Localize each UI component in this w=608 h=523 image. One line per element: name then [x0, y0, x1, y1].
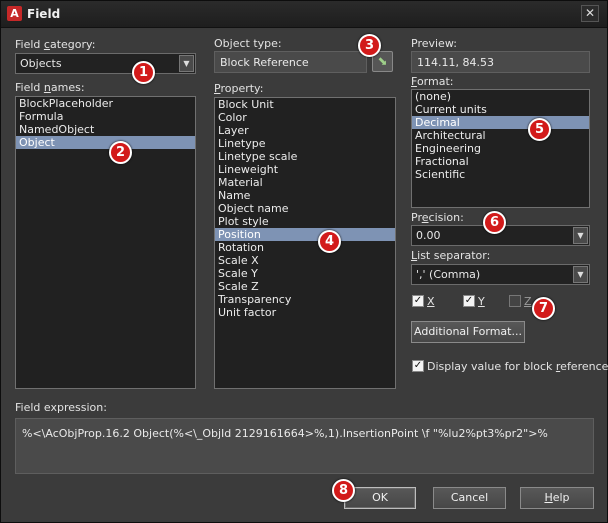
property-item[interactable]: Lineweight [215, 163, 395, 176]
label-text: ist separator: [417, 249, 491, 262]
field-name-item[interactable]: BlockPlaceholder [16, 97, 195, 110]
format-item[interactable]: Engineering [412, 142, 589, 155]
close-icon: ✕ [584, 6, 596, 20]
window-title: Field [27, 7, 61, 21]
autocad-app-icon: A [7, 6, 22, 21]
property-item[interactable]: Rotation [215, 241, 395, 254]
dialog-body: Field category: Objects ▼ Field names: B… [1, 29, 608, 522]
title-bar[interactable]: A Field ✕ [1, 1, 607, 28]
format-item[interactable]: Fractional [412, 155, 589, 168]
callout-badge-1: 1 [132, 61, 155, 84]
label-text: roperty: [220, 82, 264, 95]
format-item[interactable]: Decimal [412, 116, 589, 129]
list-separator-dropdown[interactable]: ',' (Comma) ▼ [411, 264, 590, 285]
field-category-label: Field category: [15, 38, 95, 51]
format-label: Format: [411, 75, 453, 88]
label-text: elp [552, 491, 570, 504]
field-name-item[interactable]: Object [16, 136, 195, 149]
y-checkbox[interactable]: ✓ [463, 295, 475, 307]
x-checkbox[interactable]: ✓ [412, 295, 424, 307]
field-name-item[interactable]: NamedObject [16, 123, 195, 136]
property-item[interactable]: Color [215, 111, 395, 124]
label-text: Field [15, 38, 44, 51]
format-item[interactable]: Architectural [412, 129, 589, 142]
precision-label: Precision: [411, 211, 464, 224]
field-names-list[interactable]: BlockPlaceholder Formula NamedObject Object [15, 96, 196, 389]
format-list[interactable]: (none) Current units Decimal Architectural E… [411, 89, 590, 208]
property-item[interactable]: Unit factor [215, 306, 395, 319]
additional-format-button[interactable]: Additional Format... [411, 321, 525, 343]
object-type-label: Object type: [214, 37, 282, 50]
property-item[interactable]: Linetype [215, 137, 395, 150]
field-category-dropdown[interactable]: Objects ▼ [15, 53, 196, 74]
format-item[interactable]: (none) [412, 90, 589, 103]
field-expression-label: Field expression: [15, 401, 107, 414]
callout-badge-7: 7 [532, 297, 555, 320]
callout-badge-4: 4 [318, 230, 341, 253]
label-text: Pr [411, 211, 422, 224]
callout-badge-8: 8 [332, 479, 355, 502]
label-text: ategory: [49, 38, 96, 51]
chevron-down-icon[interactable]: ▼ [573, 266, 588, 283]
display-value-checkbox[interactable]: ✓ [412, 360, 424, 372]
property-item[interactable]: Object name [215, 202, 395, 215]
z-label: Z [524, 295, 532, 308]
label-text: ames: [50, 81, 85, 94]
format-item[interactable]: Current units [412, 103, 589, 116]
property-item[interactable]: Plot style [215, 215, 395, 228]
property-list[interactable]: Block Unit Color Layer Linetype Linetype sca… [214, 97, 396, 389]
property-item[interactable]: Name [215, 189, 395, 202]
label-accesskey: H [544, 491, 553, 504]
y-label: Y [478, 295, 485, 308]
object-type-field: Block Reference [214, 51, 367, 73]
z-checkbox[interactable]: ✓ [509, 295, 521, 307]
callout-badge-6: 6 [483, 211, 506, 234]
chevron-down-icon[interactable]: ▼ [573, 227, 588, 244]
pick-object-icon: ⬊ [377, 54, 388, 68]
field-dialog: A Field ✕ Field category: Objects ▼ Fiel… [0, 0, 608, 523]
property-item[interactable]: Scale Y [215, 267, 395, 280]
property-item[interactable]: Layer [215, 124, 395, 137]
label-text: Display value for block [427, 360, 556, 373]
cancel-button[interactable]: Cancel [433, 487, 506, 509]
property-item[interactable]: Linetype scale [215, 150, 395, 163]
property-item[interactable]: Scale Z [215, 280, 395, 293]
callout-badge-2: 2 [109, 141, 132, 164]
preview-field: 114.11, 84.53 [411, 51, 590, 73]
x-label: X [427, 295, 435, 308]
close-button[interactable]: ✕ [581, 5, 599, 22]
property-item[interactable]: Transparency [215, 293, 395, 306]
preview-label: Preview: [411, 37, 457, 50]
property-item[interactable]: Position [215, 228, 395, 241]
label-text: ormat: [416, 75, 454, 88]
field-name-item[interactable]: Formula [16, 110, 195, 123]
field-names-label: Field names: [15, 81, 85, 94]
label-accesskey: e [421, 211, 429, 224]
property-item[interactable]: Scale X [215, 254, 395, 267]
callout-badge-3: 3 [358, 34, 381, 57]
label-text: Field [15, 81, 44, 94]
property-label: Property: [214, 82, 263, 95]
help-button[interactable]: Help [520, 487, 594, 509]
callout-badge-5: 5 [528, 118, 551, 141]
display-value-label: Display value for block reference [427, 360, 608, 373]
format-item[interactable]: Scientific [412, 168, 589, 181]
label-accesskey: n [43, 81, 51, 94]
precision-value: 0.00 [416, 229, 441, 242]
field-expression-box: %<\AcObjProp.16.2 Object(%<\_ObjId 21291… [15, 418, 594, 474]
property-item[interactable]: Material [215, 176, 395, 189]
field-category-value: Objects [20, 57, 62, 70]
label-text: cision: [428, 211, 464, 224]
property-item[interactable]: Block Unit [215, 98, 395, 111]
chevron-down-icon[interactable]: ▼ [179, 55, 194, 72]
list-separator-label: List separator: [411, 249, 490, 262]
label-text: eference [560, 360, 608, 373]
list-separator-value: ',' (Comma) [416, 268, 481, 281]
